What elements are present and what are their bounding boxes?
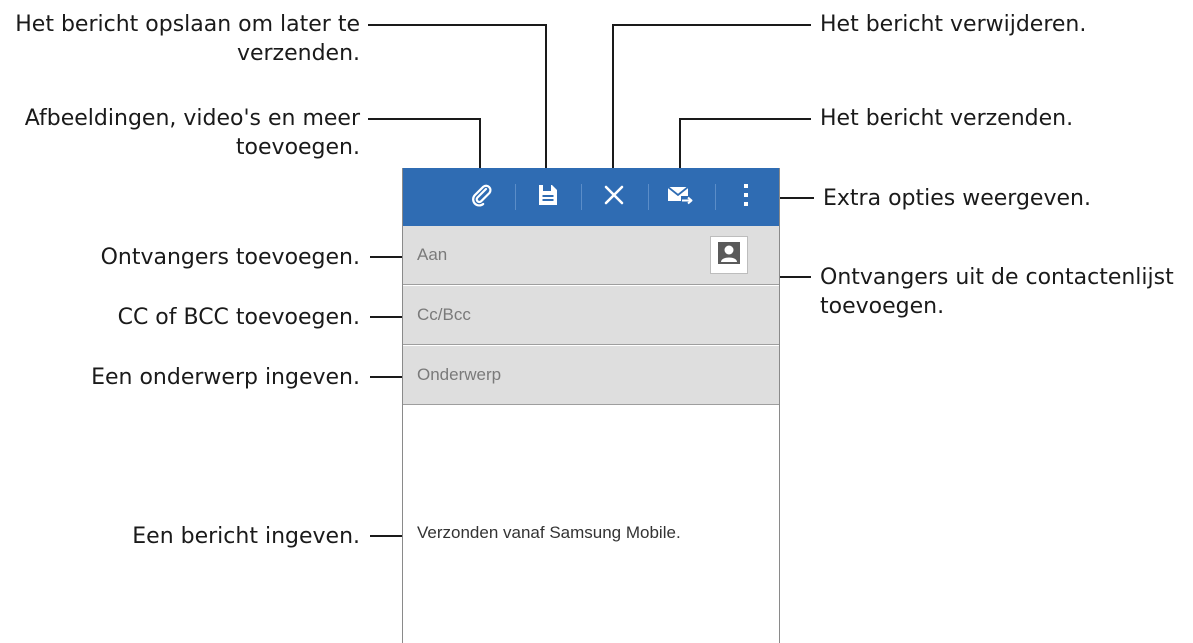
callout-recipients: Ontvangers toevoegen. [100,245,360,270]
separator [515,184,516,210]
attach-button[interactable] [455,168,509,226]
leader-save-h [368,24,546,26]
subject-field[interactable]: Onderwerp [403,346,779,405]
to-field[interactable]: Aan [403,226,779,285]
callout-contacts: Ontvangers uit de contactenlijst toevoeg… [820,263,1174,321]
send-mail-icon [667,184,695,211]
separator [715,184,716,210]
callout-subject: Een onderwerp ingeven. [91,365,360,390]
separator [648,184,649,210]
cc-bcc-field[interactable]: Cc/Bcc [403,286,779,345]
callout-attach-line1: Afbeeldingen, video's en meer [24,106,360,131]
callout-save-line1: Het bericht opslaan om later te [15,12,360,37]
callout-save-line2: verzenden. [236,41,360,66]
callout-attach-line2: toevoegen. [235,135,360,160]
message-body[interactable]: Verzonden vanaf Samsung Mobile. [417,523,681,543]
paperclip-icon [469,182,495,213]
callout-save: Het bericht opslaan om later te verzende… [0,10,360,68]
save-button[interactable] [521,168,575,226]
subject-placeholder: Onderwerp [417,365,502,384]
save-icon [537,183,559,212]
callout-contacts-line1: Ontvangers uit de contactenlijst [820,265,1174,290]
callout-attach: Afbeeldingen, video's en meer toevoegen. [0,104,360,162]
callout-more: Extra opties weergeven. [823,186,1091,211]
callout-cc-bcc: CC of BCC toevoegen. [117,305,360,330]
more-vert-icon [743,183,749,212]
close-icon [603,184,625,211]
contact-person-icon [717,241,741,270]
cc-bcc-placeholder: Cc/Bcc [417,305,471,324]
callout-contacts-line2: toevoegen. [820,294,945,319]
leader-save-v [545,24,547,182]
email-compose-screen: Aan Cc/Bcc Onderwerp Verzonden vanaf Sam… [402,168,780,643]
leader-delete-v [612,24,614,182]
action-bar [403,168,779,226]
to-placeholder: Aan [417,245,448,264]
contact-picker-button[interactable] [710,236,748,274]
more-options-button[interactable] [721,168,771,226]
send-button[interactable] [654,168,708,226]
callout-send: Het bericht verzenden. [820,106,1074,131]
callout-message: Een bericht ingeven. [132,524,360,549]
separator [581,184,582,210]
delete-button[interactable] [587,168,641,226]
leader-send-h [680,118,811,120]
callout-delete: Het bericht verwijderen. [820,12,1087,37]
leader-delete-h [613,24,811,26]
leader-attach-h [368,118,480,120]
